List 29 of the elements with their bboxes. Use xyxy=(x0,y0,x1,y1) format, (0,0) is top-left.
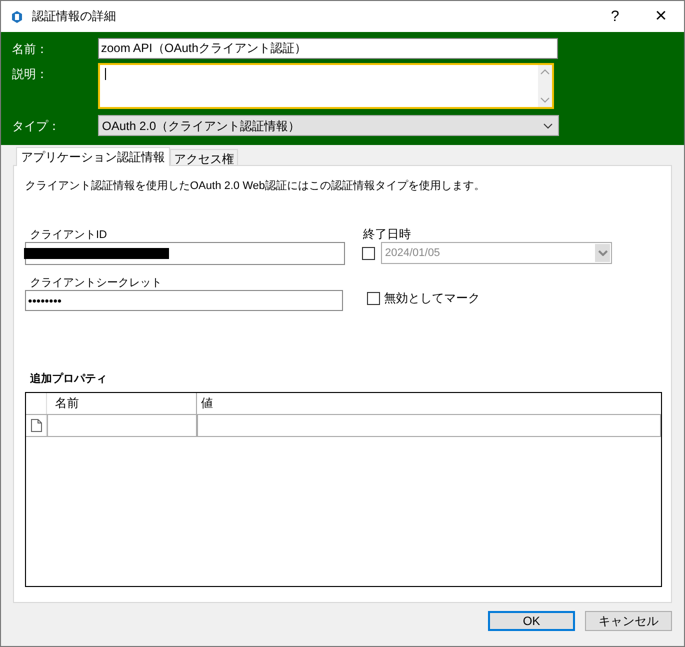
checkbox-label: 無効としてマーク xyxy=(384,290,480,307)
help-button[interactable]: ? xyxy=(592,1,638,32)
window-title: 認証情報の詳細 xyxy=(32,8,116,25)
field-label: 名前： xyxy=(12,41,49,58)
chevron-icon xyxy=(543,123,553,129)
field-label: 終了日時 xyxy=(362,226,412,240)
password-field[interactable]: •••••••• xyxy=(25,290,343,311)
name-field[interactable]: zoom API（OAuthクライアント認証） xyxy=(98,38,558,59)
scrollbar-icon xyxy=(538,65,552,107)
type-dropdown[interactable]: OAuth 2.0（クライアント認証情報） xyxy=(98,115,559,136)
tab[interactable]: アプリケーション認証情報 xyxy=(16,147,170,166)
cancel-button[interactable]: キャンセル xyxy=(585,611,672,631)
description-text: クライアント認証情報を使用したOAuth 2.0 Web認証にはこの認証情報タイプを使用します。 xyxy=(25,178,486,193)
chevron-icon xyxy=(598,250,608,256)
field-label: 説明： xyxy=(12,66,49,83)
checkbox[interactable] xyxy=(367,292,380,305)
description-field[interactable] xyxy=(98,63,554,109)
column-header: 名前 xyxy=(47,393,197,414)
field-label: タイプ： xyxy=(12,118,61,135)
column-header: 値 xyxy=(200,395,214,412)
section-title: 追加プロパティ xyxy=(29,372,108,386)
page-icon xyxy=(30,419,42,432)
field-label: クライアントシークレット xyxy=(29,276,163,290)
app-icon xyxy=(11,10,23,22)
field-label: クライアントID xyxy=(29,228,108,242)
ok-button[interactable]: OK xyxy=(488,611,575,631)
tab[interactable]: アクセス権 xyxy=(170,149,238,165)
close-button[interactable]: × xyxy=(638,1,684,32)
client-id-field[interactable] xyxy=(25,242,345,265)
